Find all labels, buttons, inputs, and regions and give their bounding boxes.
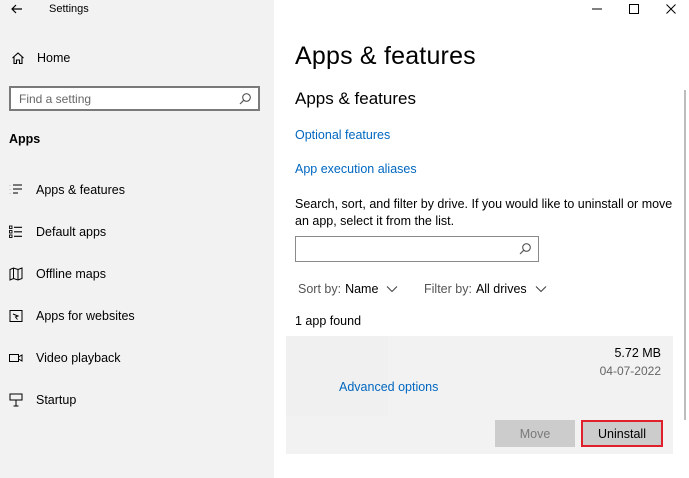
home-icon [9, 49, 27, 67]
sidebar-item-apps-for-websites[interactable]: Apps for websites [0, 296, 274, 336]
sidebar-item-startup[interactable]: Startup [0, 380, 274, 420]
minimize-button[interactable] [578, 0, 615, 18]
app-search-input[interactable] [296, 237, 506, 259]
minimize-icon [591, 8, 602, 10]
list-icon [9, 183, 23, 197]
description-text: Search, sort, and filter by drive. If yo… [295, 197, 673, 228]
page-title: Apps & features [295, 42, 476, 70]
app-search-box[interactable] [295, 236, 539, 262]
back-arrow-icon [11, 4, 22, 14]
map-icon [9, 267, 23, 281]
sidebar-item-label: Apps & features [36, 183, 125, 197]
find-setting-input[interactable] [19, 91, 229, 106]
maximize-button[interactable] [615, 0, 652, 18]
app-install-date: 04-07-2022 [599, 364, 661, 378]
back-button[interactable] [8, 0, 26, 18]
sidebar-item-label: Apps for websites [36, 309, 135, 323]
video-icon [9, 351, 23, 365]
close-button[interactable] [652, 0, 689, 18]
sidebar-item-offline-maps[interactable]: Offline maps [0, 254, 274, 294]
close-icon [665, 4, 676, 14]
search-icon [519, 243, 531, 255]
sidebar-item-label: Video playback [36, 351, 121, 365]
scrollbar[interactable] [684, 90, 686, 420]
find-setting-search[interactable] [9, 86, 260, 111]
advanced-options-link[interactable]: Advanced options [339, 380, 438, 394]
filter-by-dropdown[interactable]: Filter by: All drives [424, 282, 547, 296]
window-controls [578, 0, 689, 18]
chevron-down-icon [535, 286, 547, 293]
sort-by-value: Name [345, 282, 379, 296]
sidebar-item-default-apps[interactable]: Default apps [0, 212, 274, 252]
startup-icon [9, 393, 23, 407]
sidebar-home[interactable]: Home [9, 48, 70, 68]
sidebar-item-apps-features[interactable]: Apps & features [0, 170, 274, 210]
filter-by-label: Filter by: [424, 282, 472, 296]
default-apps-icon [9, 225, 23, 239]
filter-by-value: All drives [475, 282, 527, 296]
sort-by-label: Sort by: [298, 282, 342, 296]
section-title: Apps & features [295, 89, 416, 108]
titlebar-left: Settings [0, 0, 274, 20]
optional-features-link[interactable]: Optional features [295, 128, 390, 142]
chevron-down-icon [387, 286, 398, 293]
sidebar-item-video-playback[interactable]: Video playback [0, 338, 274, 378]
app-list-item[interactable]: 5.72 MB 04-07-2022 Advanced options Move… [286, 336, 673, 454]
app-count: 1 app found [295, 314, 362, 328]
main-content: Apps & features Apps & features Optional… [274, 0, 689, 478]
maximize-icon [628, 4, 639, 14]
app-title: Settings [49, 3, 89, 15]
search-icon [239, 93, 251, 105]
app-execution-aliases-link[interactable]: App execution aliases [295, 162, 417, 176]
app-size: 5.72 MB [614, 346, 661, 360]
home-label: Home [37, 51, 71, 65]
sort-by-dropdown[interactable]: Sort by: Name [298, 282, 398, 296]
uninstall-button[interactable]: Uninstall [581, 420, 663, 447]
sidebar-item-label: Startup [36, 393, 77, 407]
sidebar-item-label: Offline maps [36, 267, 106, 281]
move-button[interactable]: Move [495, 420, 575, 447]
app-icon-area [286, 336, 388, 416]
section-label-apps: Apps [9, 132, 41, 146]
web-apps-icon [9, 309, 23, 323]
sidebar: Settings Home Apps Apps & features [0, 0, 274, 478]
sidebar-item-label: Default apps [36, 225, 107, 239]
